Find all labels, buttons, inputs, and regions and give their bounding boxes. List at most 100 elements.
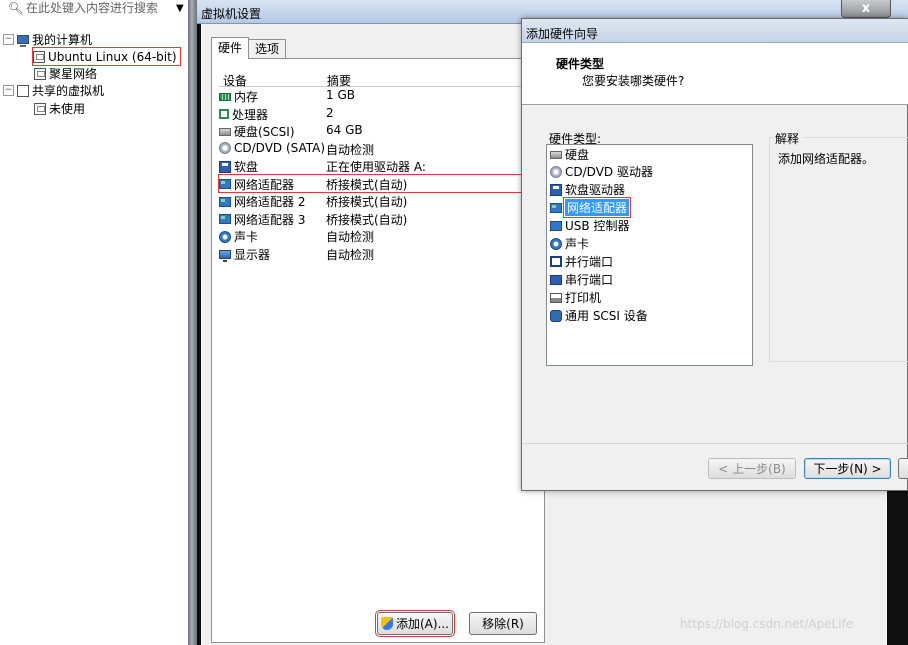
vm-icon (34, 67, 46, 80)
hardware-type-label-text: CD/DVD 驱动器 (565, 165, 653, 180)
description-label: 解释 (775, 130, 804, 147)
device-name: 显示器 (234, 247, 271, 262)
device-row-cd-dvd[interactable]: CD/DVD (SATA) 自动检测 (219, 140, 544, 158)
scsi-icon (550, 309, 562, 322)
computer-icon (17, 35, 29, 47)
tab-hardware[interactable]: 硬件 (211, 37, 250, 59)
cd-dvd-icon (550, 165, 562, 178)
close-button[interactable]: x (841, 0, 891, 18)
vm-icon (33, 50, 45, 63)
device-row-memory[interactable]: 内存 1 GB (219, 87, 544, 105)
device-name: 网络适配器 2 (234, 195, 306, 209)
vm-library-panel: 🔍︎ ▼ − 我的计算机 Ubuntu Linux (64-bit) 聚星网络 … (0, 0, 188, 645)
wizard-divider (522, 443, 908, 444)
device-summary: 自动检测 (326, 142, 375, 157)
device-list-header: 设备 摘要 (219, 71, 544, 88)
cancel-button[interactable] (898, 458, 908, 479)
tree-item-label: Ubuntu Linux (64-bit) (48, 49, 177, 64)
hardware-type-label-text: USB 控制器 (565, 219, 630, 234)
device-summary: 桥接模式(自动) (326, 195, 408, 209)
floppy-icon (550, 183, 562, 196)
hardware-type-serial-port[interactable]: 串行端口 (550, 271, 613, 289)
tree-item-my-computer[interactable]: − 我的计算机 (3, 31, 92, 48)
device-summary: 桥接模式(自动) (326, 212, 408, 227)
add-hardware-button[interactable]: 添加(A)... (375, 610, 455, 637)
device-name: 声卡 (234, 230, 259, 244)
printer-icon (550, 292, 562, 303)
description-text: 添加网络适配器。 (778, 152, 875, 166)
vm-icon (34, 102, 46, 115)
watermark: https://blog.csdn.net/ApeLife (680, 617, 854, 631)
device-summary: 1 GB (326, 88, 355, 102)
hardware-type-label-text: 声卡 (565, 237, 590, 252)
usb-icon (550, 220, 562, 231)
hardware-type-label-text: 并行端口 (565, 255, 614, 270)
hardware-type-label-text: 串行端口 (565, 273, 614, 288)
network-adapter-icon (219, 179, 231, 189)
parallel-port-icon (550, 256, 562, 268)
wizard-heading: 硬件类型 (556, 57, 605, 71)
serial-port-icon (550, 274, 562, 285)
device-summary: 自动检测 (326, 247, 375, 262)
hardware-type-sound-card[interactable]: 声卡 (550, 235, 589, 253)
tab-options[interactable]: 选项 (248, 39, 287, 59)
panel-splitter[interactable] (188, 0, 197, 645)
device-action-buttons: 添加(A)... 移除(R) (375, 610, 537, 637)
processor-icon (219, 109, 229, 119)
memory-icon (219, 92, 231, 101)
network-adapter-icon (219, 214, 231, 224)
hardware-type-label-text: 通用 SCSI 设备 (565, 309, 648, 324)
device-row-network-adapter-2[interactable]: 网络适配器 2 桥接模式(自动) (219, 192, 544, 210)
previous-button[interactable]: < 上一步(B) (708, 458, 796, 479)
tree-item-ubuntu-vm[interactable]: Ubuntu Linux (64-bit) (32, 47, 181, 66)
device-name: 内存 (234, 90, 259, 104)
device-row-network-adapter-3[interactable]: 网络适配器 3 桥接模式(自动) (219, 210, 544, 228)
settings-tabs: 硬件 选项 (211, 37, 287, 59)
hardware-type-printer[interactable]: 打印机 (550, 289, 601, 307)
sound-card-icon (219, 230, 231, 243)
remove-hardware-button[interactable]: 移除(R) (469, 612, 537, 635)
next-button[interactable]: 下一步(N) > (804, 458, 891, 479)
device-row-floppy[interactable]: 软盘 正在使用驱动器 A: (219, 157, 544, 175)
device-row-network-adapter[interactable]: 网络适配器 桥接模式(自动) (218, 173, 545, 193)
tree-item-label: 聚星网络 (49, 67, 98, 81)
hardware-type-label-text: 硬盘 (565, 148, 590, 163)
search-input[interactable] (26, 1, 174, 15)
collapse-icon[interactable]: − (3, 85, 14, 96)
device-row-display[interactable]: 显示器 自动检测 (219, 245, 544, 263)
search-bar[interactable]: 🔍︎ ▼ (2, 0, 186, 16)
hardware-type-network-adapter[interactable]: 网络适配器 (550, 197, 632, 219)
tree-item-shared-vms[interactable]: − 共享的虚拟机 (3, 82, 104, 99)
shared-vm-icon (17, 84, 29, 97)
description-group (769, 137, 908, 362)
chevron-down-icon[interactable]: ▼ (176, 3, 184, 14)
wizard-subheading: 您要安装哪类硬件? (582, 74, 685, 88)
hardware-type-parallel-port[interactable]: 并行端口 (550, 253, 613, 271)
floppy-icon (219, 160, 231, 173)
device-name: 硬盘(SCSI) (234, 125, 295, 139)
network-adapter-icon (550, 202, 562, 213)
hardware-type-label-text: 软盘驱动器 (565, 183, 626, 198)
uac-shield-icon (380, 617, 393, 630)
device-row-sound-card[interactable]: 声卡 自动检测 (219, 227, 544, 245)
device-summary: 桥接模式(自动) (326, 177, 408, 192)
tree-item-unused[interactable]: 未使用 (34, 100, 85, 117)
tree-item-juxing-vm[interactable]: 聚星网络 (34, 65, 97, 82)
hardware-type-floppy[interactable]: 软盘驱动器 (550, 181, 625, 199)
tree-item-label: 我的计算机 (32, 33, 93, 47)
device-row-processor[interactable]: 处理器 2 (219, 105, 544, 123)
network-adapter-icon (219, 196, 231, 207)
device-summary: 64 GB (326, 123, 363, 137)
hardware-type-cd-dvd[interactable]: CD/DVD 驱动器 (550, 163, 653, 181)
wizard-header: 硬件类型 您要安装哪类硬件? (522, 43, 908, 105)
device-row-hard-disk[interactable]: 硬盘(SCSI) 64 GB (219, 122, 544, 140)
hardware-type-list[interactable]: 硬盘 CD/DVD 驱动器 软盘驱动器 网络适配器 USB 控制器 声卡 并行端… (546, 144, 753, 366)
device-list[interactable]: 设备 摘要 内存 1 GB 处理器 2 硬盘(SCSI) 64 GB CD/DV… (218, 71, 545, 263)
tree-item-label: 共享的虚拟机 (32, 84, 105, 98)
wizard-titlebar[interactable]: 添加硬件向导 (522, 19, 908, 43)
collapse-icon[interactable]: − (3, 34, 14, 45)
hardware-type-scsi[interactable]: 通用 SCSI 设备 (550, 307, 648, 325)
cd-dvd-icon (219, 141, 231, 154)
hardware-type-usb-controller[interactable]: USB 控制器 (550, 217, 629, 235)
hardware-type-hard-disk[interactable]: 硬盘 (550, 146, 589, 164)
